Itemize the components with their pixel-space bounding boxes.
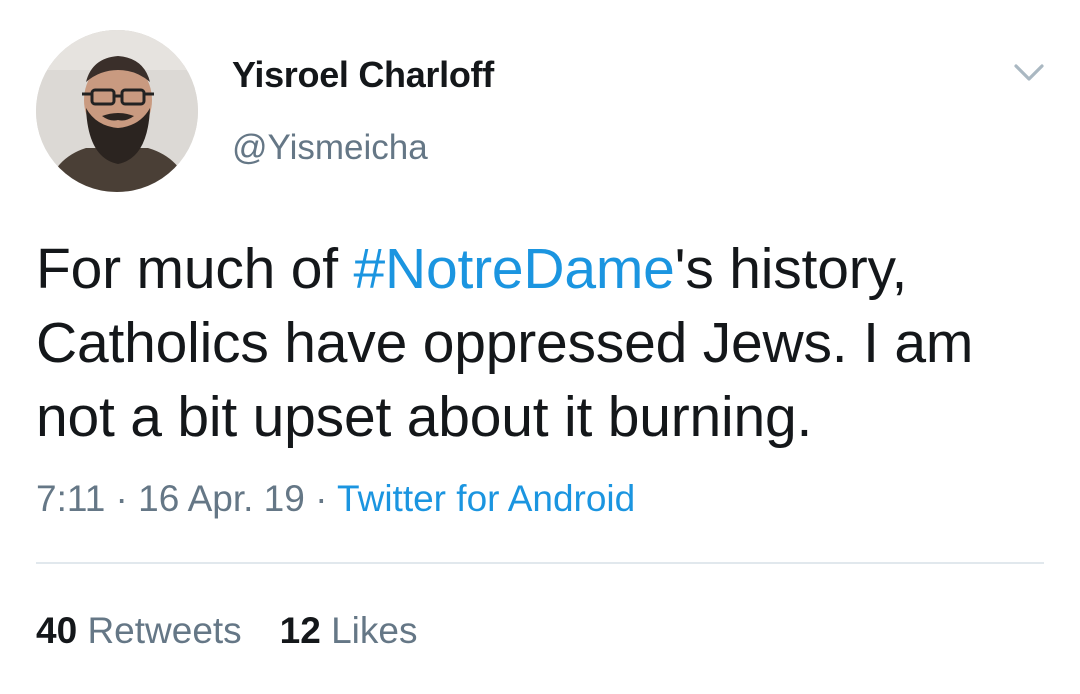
tweet-time[interactable]: 7:11 xyxy=(36,478,105,519)
author-handle[interactable]: @Yismeicha xyxy=(232,128,428,168)
retweets-label: Retweets xyxy=(87,610,242,651)
tweet-meta: 7:11 · 16 Apr. 19 · Twitter for Android xyxy=(36,478,635,520)
avatar-photo xyxy=(36,30,198,192)
chevron-down-icon[interactable] xyxy=(1010,58,1048,88)
likes-count: 12 xyxy=(279,610,321,651)
hashtag-link[interactable]: #NotreDame xyxy=(354,237,675,301)
tweet-source-link[interactable]: Twitter for Android xyxy=(337,478,635,519)
author-name[interactable]: Yisroel Charloff xyxy=(232,54,494,96)
likes-stat[interactable]: 12 Likes xyxy=(280,610,418,652)
tweet-text: For much of #NotreDame's history, Cathol… xyxy=(36,232,1046,454)
tweet-card: Yisroel Charloff @Yismeicha For much of … xyxy=(0,0,1080,694)
tweet-text-before: For much of xyxy=(36,237,354,301)
author-avatar[interactable] xyxy=(36,30,198,192)
retweets-count: 40 xyxy=(36,610,78,651)
tweet-date[interactable]: 16 Apr. 19 xyxy=(138,478,305,519)
retweets-stat[interactable]: 40 Retweets xyxy=(36,610,242,652)
tweet-stats: 40 Retweets 12 Likes xyxy=(36,610,418,652)
divider xyxy=(36,562,1044,564)
meta-separator: · xyxy=(105,478,139,519)
likes-label: Likes xyxy=(331,610,418,651)
meta-separator: · xyxy=(304,478,338,519)
